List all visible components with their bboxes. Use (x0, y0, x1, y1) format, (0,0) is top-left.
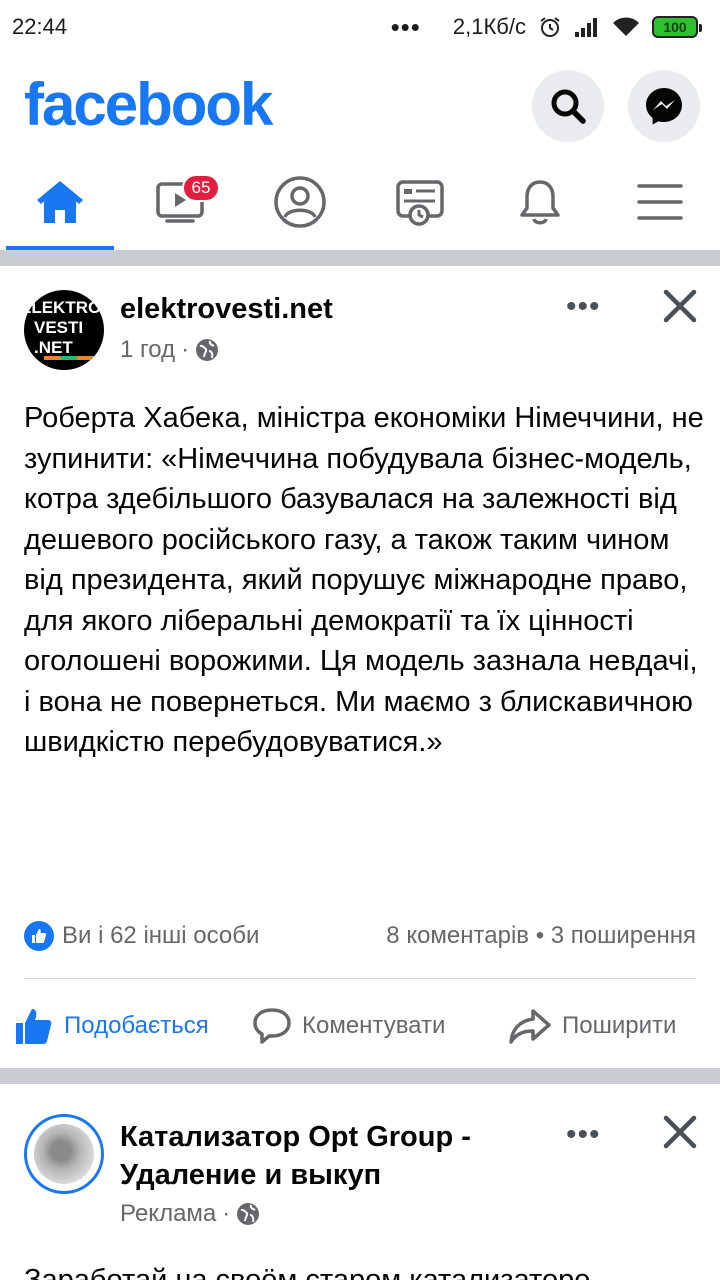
share-button[interactable]: Поширити (508, 1006, 676, 1046)
network-speed: 2,1Кб/с (452, 14, 526, 39)
search-icon (551, 89, 586, 124)
messenger-button[interactable] (628, 70, 700, 142)
avatar[interactable]: ELEKTRO VESTI .NET (24, 290, 104, 370)
post-options-button[interactable]: ••• (566, 1120, 601, 1150)
separator (24, 978, 696, 979)
post-text: Роберта Хабека, міністра економіки Німеч… (24, 402, 704, 758)
meta-dot: · (181, 336, 190, 363)
shares-count[interactable]: 3 поширення (551, 922, 696, 949)
post-meta: Реклама · (120, 1200, 260, 1228)
signal-icon (575, 18, 597, 37)
reactions-count[interactable]: Ви і 62 інші особи (62, 922, 259, 950)
post-text: Заработай на своём старом катализаторе (24, 1264, 591, 1280)
avatar-stripe (44, 356, 94, 360)
status-dots: ••• (390, 12, 421, 42)
close-icon[interactable] (662, 288, 698, 324)
share-label: Поширити (562, 1012, 677, 1039)
profile-icon (274, 176, 326, 228)
share-icon (509, 1009, 551, 1044)
like-button[interactable]: Подобається (14, 1006, 209, 1046)
like-reaction-icon (24, 921, 54, 951)
tab-home[interactable] (0, 154, 120, 250)
sponsored-label[interactable]: Реклама (120, 1200, 216, 1228)
alarm-icon (540, 17, 560, 37)
battery-level: 100 (663, 19, 687, 35)
globe-icon (237, 1203, 260, 1225)
bell-icon (520, 180, 560, 225)
feed-post-sponsored: Катализатор Opt Group - Удаление и выкуп… (0, 1084, 720, 1280)
tab-watch[interactable]: 65 (120, 154, 240, 250)
meta-dot: · (222, 1200, 231, 1227)
feed-divider (0, 1068, 720, 1084)
post-meta: 1 год · (120, 336, 219, 364)
post-actions: Подобається Коментувати Поширити (0, 996, 720, 1056)
stats-dot: • (535, 922, 551, 949)
globe-icon (196, 339, 219, 361)
avatar-text: VESTI (34, 318, 84, 337)
status-bar: 22:44 ••• 2,1Кб/с 100 (0, 0, 720, 54)
advertiser-name[interactable]: Катализатор Opt Group - Удаление и выкуп (120, 1118, 471, 1194)
battery-indicator: 100 (652, 16, 702, 38)
avatar-text: ELEKTRO (24, 298, 102, 317)
tab-menu[interactable] (600, 154, 720, 250)
menu-icon (637, 184, 683, 220)
tab-news[interactable] (360, 154, 480, 250)
like-icon (16, 1009, 52, 1044)
search-button[interactable] (532, 70, 604, 142)
notification-badge: 65 (182, 174, 220, 202)
tab-notifications[interactable] (480, 154, 600, 250)
close-icon[interactable] (662, 1114, 698, 1150)
feed-post: ELEKTRO VESTI .NET elektrovesti.net 1 го… (0, 266, 720, 1066)
post-time[interactable]: 1 год (120, 336, 175, 364)
messenger-icon (646, 88, 682, 125)
reactions-bar: Ви і 62 інші особи 8 коментарів • 3 поши… (24, 916, 696, 956)
advertiser-name-line1: Катализатор Opt Group - (120, 1121, 471, 1153)
facebook-logo[interactable]: facebook (24, 70, 273, 139)
post-options-button[interactable]: ••• (566, 292, 601, 322)
like-label: Подобається (64, 1012, 209, 1039)
avatar-text: .NET (34, 338, 73, 357)
tab-profile[interactable] (240, 154, 360, 250)
post-author[interactable]: elektrovesti.net (120, 290, 333, 328)
app-header: facebook (0, 54, 720, 154)
advertiser-avatar[interactable] (24, 1114, 104, 1194)
comment-icon (253, 1008, 291, 1044)
wifi-icon (613, 17, 639, 36)
comment-label: Коментувати (302, 1012, 446, 1039)
main-nav: 65 (0, 154, 720, 250)
status-time: 22:44 (12, 14, 68, 39)
home-icon (37, 181, 83, 223)
news-icon (396, 180, 444, 226)
comments-count[interactable]: 8 коментарів (386, 922, 529, 949)
feed-divider (0, 250, 720, 266)
advertiser-name-line2: Удаление и выкуп (120, 1159, 382, 1191)
comment-button[interactable]: Коментувати (252, 1006, 445, 1046)
avatar-image (34, 1124, 94, 1184)
